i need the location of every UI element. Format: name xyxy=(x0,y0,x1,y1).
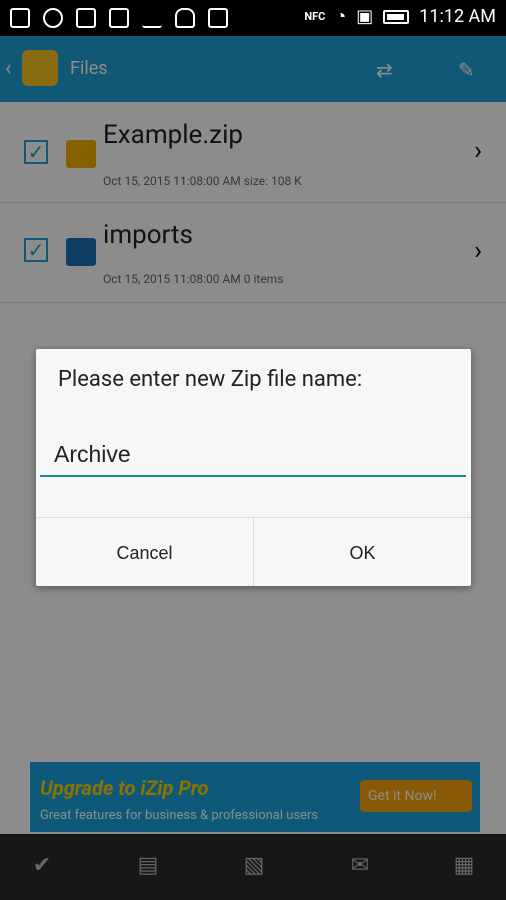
sync-icon xyxy=(43,8,63,28)
notification-icons xyxy=(10,8,228,28)
zip-name-input[interactable] xyxy=(40,433,466,477)
battery-icon xyxy=(383,9,410,24)
clipboard-icon xyxy=(208,8,228,28)
cancel-button[interactable]: Cancel xyxy=(36,518,253,586)
android-icon xyxy=(175,8,195,28)
ok-button[interactable]: OK xyxy=(254,518,471,586)
upload-icon xyxy=(142,8,162,28)
status-indicators: NFC ◔ ▣ 11:12 AM xyxy=(304,6,496,27)
sim-icon: ▣ xyxy=(356,6,374,27)
nfc-icon: NFC xyxy=(304,10,326,23)
mail-icon xyxy=(109,8,129,28)
status-bar: NFC ◔ ▣ 11:12 AM xyxy=(0,0,506,36)
dialog-message: Please enter new Zip file name: xyxy=(58,367,363,392)
wifi-icon: ◔ xyxy=(335,6,347,27)
zip-name-dialog: Please enter new Zip file name: Cancel O… xyxy=(36,349,471,586)
clock: 11:12 AM xyxy=(419,6,496,27)
mail-icon xyxy=(76,8,96,28)
gallery-icon xyxy=(10,8,30,28)
